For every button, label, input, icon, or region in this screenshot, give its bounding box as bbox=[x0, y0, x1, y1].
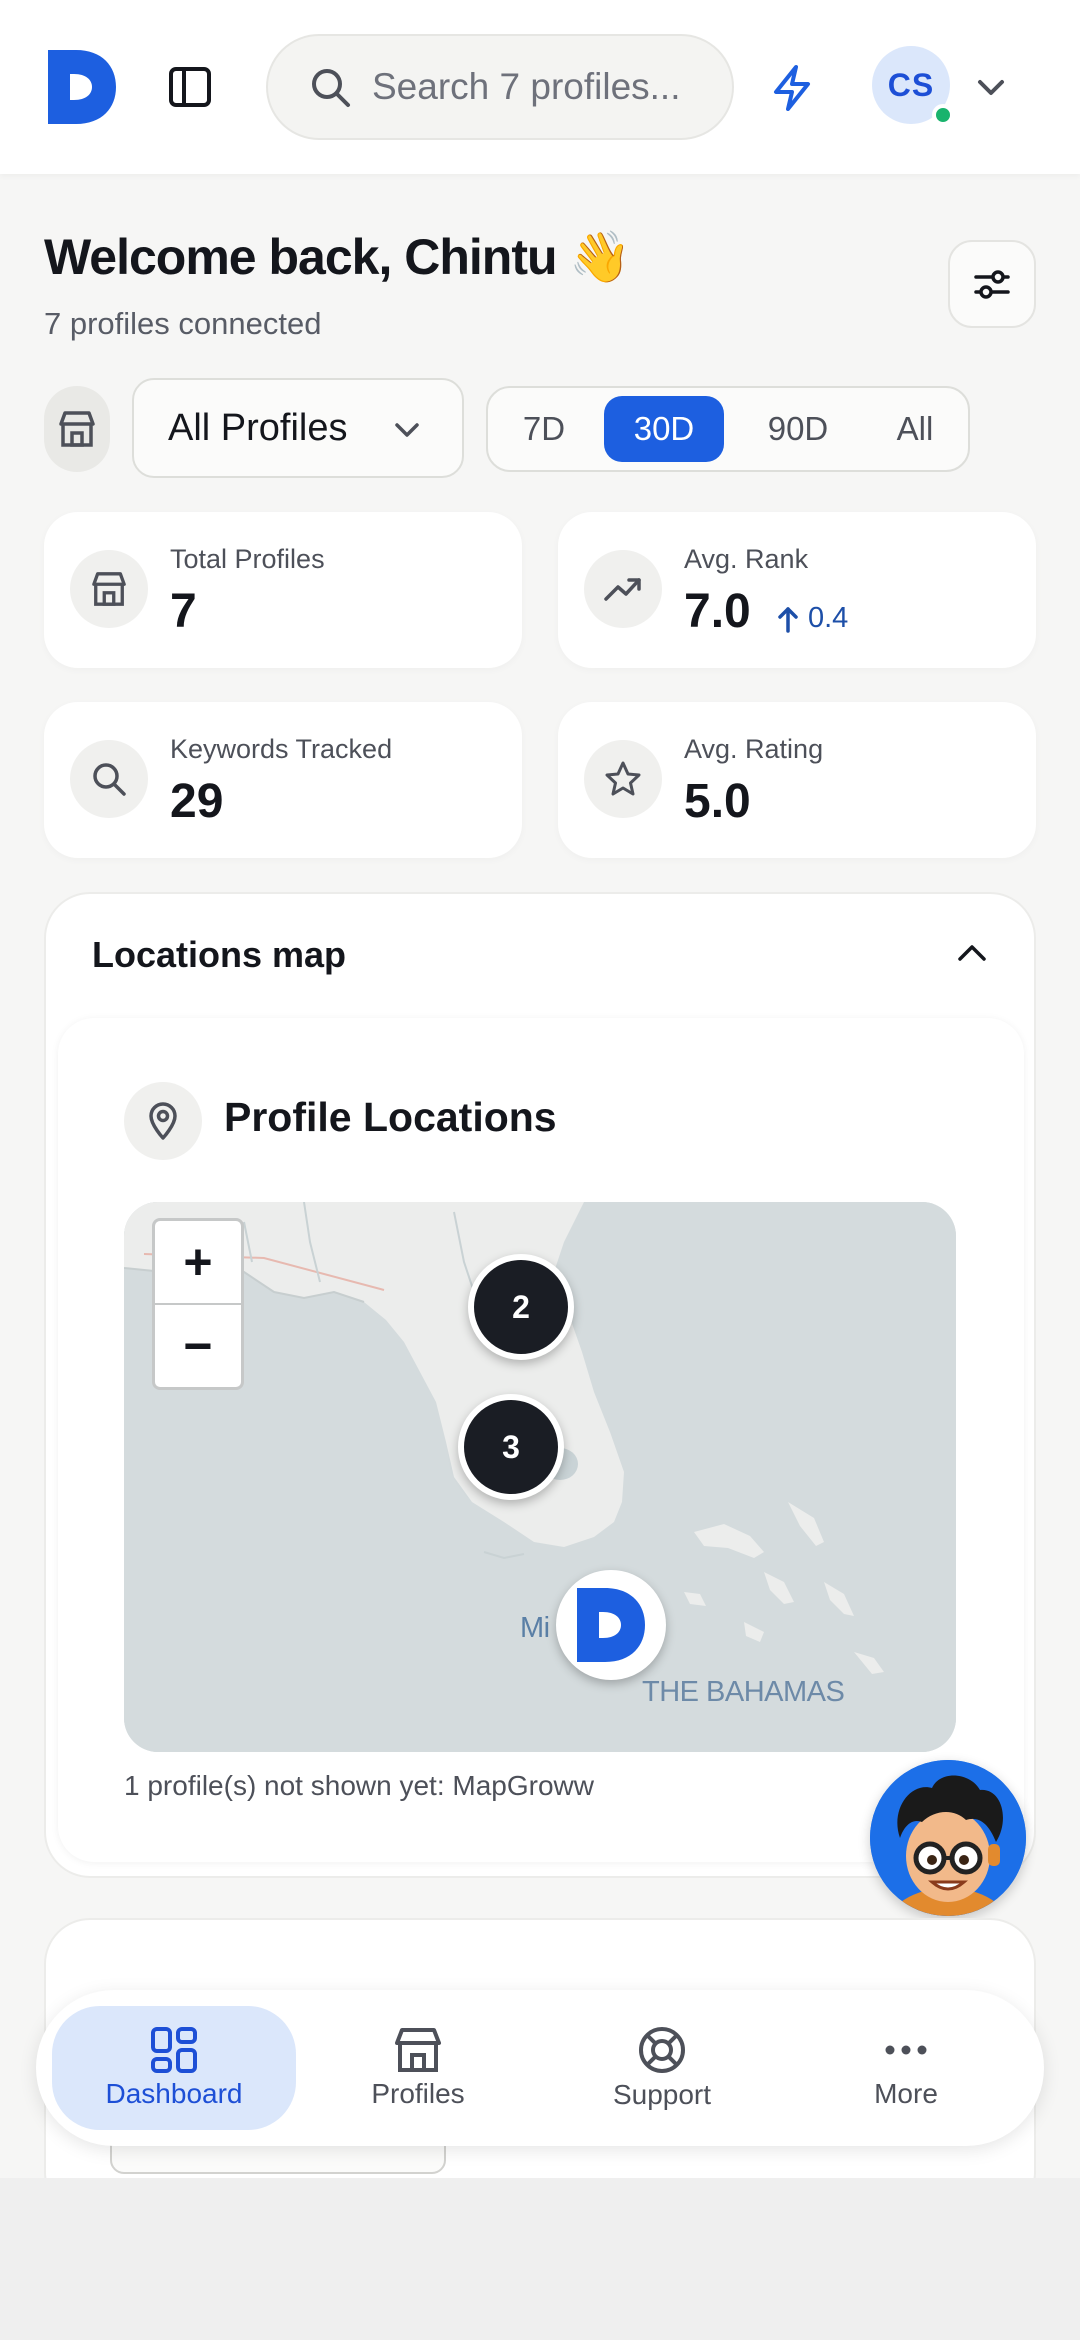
store-icon bbox=[395, 2028, 441, 2072]
profiles-select[interactable]: All Profiles bbox=[132, 378, 464, 478]
range-all[interactable]: All bbox=[870, 396, 960, 462]
stat-label: Avg. Rank bbox=[684, 544, 809, 574]
range-7d[interactable]: 7D bbox=[502, 396, 586, 462]
stat-label: Total Profiles bbox=[170, 544, 325, 574]
nav-profiles[interactable]: Profiles bbox=[296, 2006, 540, 2130]
store-filter-chip[interactable] bbox=[44, 386, 110, 472]
filter-settings-button[interactable] bbox=[948, 240, 1036, 328]
sidebar-toggle-icon[interactable] bbox=[168, 66, 212, 108]
arrow-up-icon bbox=[778, 606, 798, 633]
page-title: Welcome back, Chintu 👋 bbox=[44, 229, 632, 285]
map-cluster-marker[interactable]: 2 bbox=[468, 1254, 574, 1360]
more-icon bbox=[885, 2045, 927, 2055]
card-title: Profile Locations bbox=[224, 1094, 557, 1140]
dashboard-screen: CS Welcome back, Chintu 👋 7 profiles con… bbox=[0, 0, 1080, 2178]
stat-value: 5.0 bbox=[684, 775, 751, 828]
stat-value: 7.0 bbox=[684, 585, 751, 638]
search-bar[interactable] bbox=[266, 34, 734, 140]
sliders-icon bbox=[974, 270, 1010, 299]
stat-label: Keywords Tracked bbox=[170, 734, 393, 764]
stat-value: 7 bbox=[170, 585, 197, 638]
stat-card-avg-rank[interactable]: Avg. Rank 7.0 0.4 bbox=[558, 512, 1036, 668]
rank-delta: 0.4 bbox=[776, 602, 848, 635]
chevron-down-icon[interactable] bbox=[974, 72, 1008, 102]
search-icon bbox=[312, 69, 350, 107]
avatar-initials: CS bbox=[887, 66, 935, 103]
nav-label: Support bbox=[612, 2079, 712, 2110]
zoom-in-button[interactable]: + bbox=[155, 1221, 241, 1303]
assistant-avatar-button[interactable] bbox=[870, 1760, 1026, 1916]
date-range-toggle: 7D 30D 90D All bbox=[486, 386, 970, 472]
mascot-icon bbox=[870, 1760, 1026, 1916]
nav-label: More bbox=[874, 2078, 938, 2109]
app-logo[interactable] bbox=[46, 48, 118, 126]
top-bar: CS bbox=[0, 0, 1080, 174]
range-30d[interactable]: 30D bbox=[604, 396, 724, 462]
zoom-out-button[interactable]: − bbox=[155, 1305, 241, 1387]
stat-card-total-profiles[interactable]: Total Profiles 7 bbox=[44, 512, 522, 668]
map-cluster-marker[interactable]: 3 bbox=[458, 1394, 564, 1500]
nav-dashboard[interactable]: Dashboard bbox=[52, 2006, 296, 2130]
dashboard-icon bbox=[151, 2027, 197, 2073]
rank-delta-value: 0.4 bbox=[808, 602, 849, 634]
nav-support[interactable]: Support bbox=[540, 2006, 784, 2130]
search-input[interactable] bbox=[372, 66, 702, 108]
range-90d[interactable]: 90D bbox=[740, 396, 856, 462]
chevron-down-icon bbox=[395, 423, 419, 437]
not-shown-note: 1 profile(s) not shown yet: MapGroww bbox=[124, 1770, 594, 1801]
nav-label: Profiles bbox=[371, 2078, 465, 2109]
map-city-label: Mi bbox=[520, 1612, 550, 1644]
stat-label: Avg. Rating bbox=[684, 734, 824, 764]
stat-card-avg-rating[interactable]: Avg. Rating 5.0 bbox=[558, 702, 1036, 858]
store-icon bbox=[70, 550, 148, 628]
trending-up-icon bbox=[584, 550, 662, 628]
stat-card-keywords-tracked[interactable]: Keywords Tracked 29 bbox=[44, 702, 522, 858]
profiles-connected-text: 7 profiles connected bbox=[44, 306, 322, 341]
nav-more[interactable]: More bbox=[784, 2006, 1028, 2130]
nav-label: Dashboard bbox=[105, 2078, 243, 2109]
map-pin-icon bbox=[124, 1082, 202, 1160]
stat-value: 29 bbox=[170, 775, 224, 828]
map-country-label: THE BAHAMAS bbox=[642, 1676, 845, 1708]
lifebuoy-icon bbox=[639, 2027, 685, 2073]
search-icon bbox=[70, 740, 148, 818]
profile-map-marker[interactable] bbox=[556, 1570, 666, 1680]
profiles-select-value: All Profiles bbox=[168, 406, 348, 449]
bolt-icon[interactable] bbox=[770, 64, 814, 112]
online-status-dot bbox=[932, 104, 954, 126]
chevron-up-icon[interactable] bbox=[954, 938, 990, 968]
map-zoom-controls: + − bbox=[152, 1218, 244, 1390]
bottom-navigation: Dashboard Profiles Support More bbox=[36, 1990, 1044, 2146]
section-title: Locations map bbox=[92, 934, 347, 975]
app-logo bbox=[577, 1588, 645, 1662]
store-icon bbox=[59, 411, 95, 447]
avatar[interactable]: CS bbox=[872, 46, 954, 126]
star-icon bbox=[584, 740, 662, 818]
